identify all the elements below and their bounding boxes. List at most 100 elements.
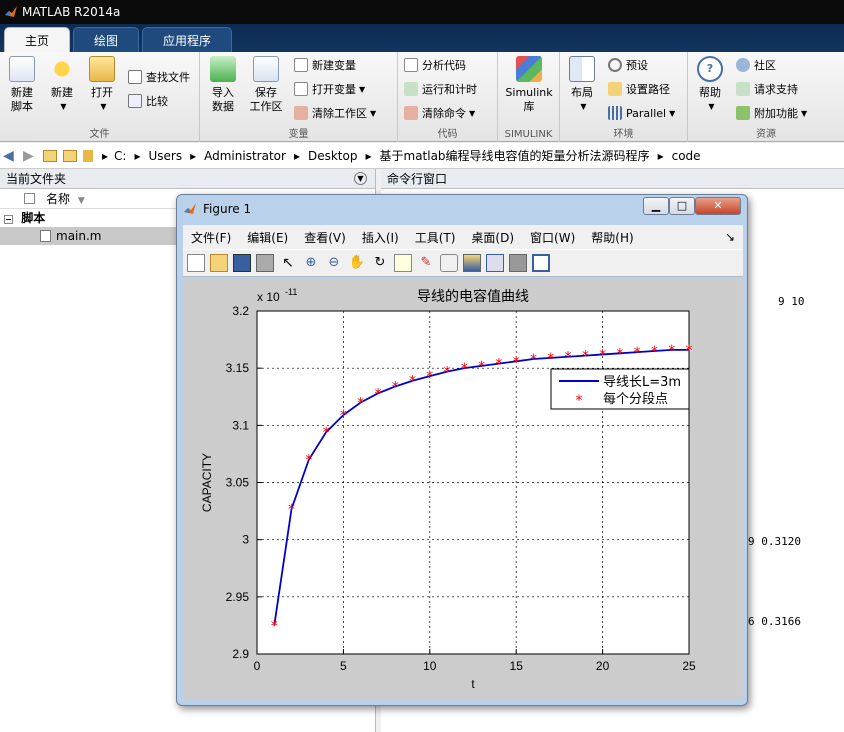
menu-help[interactable]: 帮助(H) (591, 229, 633, 246)
x-tick-label: 5 (340, 659, 347, 673)
group-label-code: 代码 (437, 129, 458, 140)
path-segment[interactable]: Users (148, 149, 182, 163)
save-icon[interactable] (233, 254, 251, 272)
set-path-button[interactable]: 设置路径 (608, 80, 670, 98)
path-separator: ▸ (365, 148, 372, 163)
menu-desktop[interactable]: 桌面(D) (471, 229, 514, 246)
tab-plots[interactable]: 绘图 (73, 27, 140, 52)
eraser-icon (404, 106, 418, 120)
path-segment[interactable]: 基于matlab编程导线电容值的矩量分析法源码程序 (380, 147, 650, 164)
legend-icon[interactable] (486, 254, 504, 272)
back-arrow-icon[interactable]: ◀ (3, 149, 17, 163)
save-workspace-button[interactable]: 保存 工作区 (246, 56, 286, 114)
path-segment[interactable]: code (672, 149, 701, 163)
zoom-in-icon[interactable]: ⊕ (302, 254, 320, 272)
chart-svg[interactable]: 0 5 10 15 20 25 2.9 2.95 3 3.05 3.1 3.15 3.2 x 10 -11 导… (183, 279, 743, 699)
data-cursor-icon[interactable] (394, 254, 412, 272)
new-variable-label: 新建变量 (312, 59, 356, 72)
data-point-marker: * (565, 350, 572, 366)
dock-arrow-icon[interactable]: ↘ (725, 230, 735, 244)
import-data-button[interactable]: 导入 数据 (204, 56, 242, 114)
tab-apps[interactable]: 应用程序 (142, 27, 233, 52)
path-separator: ▸ (134, 148, 141, 163)
y-tick-label: 3.2 (232, 304, 249, 318)
x-tick-label: 15 (510, 659, 524, 673)
colorbar-icon[interactable] (463, 254, 481, 272)
show-plot-tools-icon[interactable] (532, 254, 550, 272)
up-folder-icon[interactable] (43, 149, 57, 162)
zoom-out-icon[interactable]: ⊖ (325, 254, 343, 272)
address-bar[interactable]: ◀ ▶ ▸ C: ▸ Users ▸ Administrator ▸ Deskt… (0, 143, 844, 169)
chart-title: 导线的电容值曲线 (417, 288, 529, 305)
menu-view[interactable]: 查看(V) (304, 229, 346, 246)
parallel-button[interactable]: Parallel ▼ (608, 104, 675, 122)
menu-insert[interactable]: 插入(I) (362, 229, 399, 246)
data-point-marker: * (495, 357, 502, 373)
pointer-icon[interactable]: ↖ (279, 254, 297, 272)
simulink-label-1: Simulink (505, 86, 553, 99)
brush-icon[interactable]: ✎ (417, 254, 435, 272)
panel-menu-icon[interactable]: ▼ (354, 172, 367, 185)
print-icon[interactable] (256, 254, 274, 272)
open-button[interactable]: 打开 ▼ (84, 56, 120, 114)
save-label-1: 保存 (255, 86, 277, 99)
eraser-icon (294, 106, 308, 120)
figure-window[interactable]: Figure 1 ▁ □ ✕ 文件(F) 编辑(E) 查看(V) 插入(I) 工… (176, 194, 748, 706)
run-and-time-button[interactable]: 运行和计时 (404, 80, 477, 98)
browse-folder-icon[interactable] (63, 149, 77, 162)
new-figure-icon[interactable] (187, 254, 205, 272)
import-icon (210, 56, 236, 82)
new-button[interactable]: 新建 ▼ (44, 56, 80, 114)
path-segment[interactable]: Desktop (308, 149, 358, 163)
checkbox-icon (24, 193, 35, 204)
addons-button[interactable]: 附加功能 ▼ (736, 104, 807, 122)
help-button[interactable]: ? 帮助 ▼ (692, 56, 728, 114)
parallel-icon (608, 106, 622, 120)
find-files-button[interactable]: 查找文件 (128, 68, 190, 86)
ribbon-group-file: 新建 脚本 新建 ▼ 打开 ▼ 查找文件 比较 文件 (0, 52, 200, 142)
menu-edit[interactable]: 编辑(E) (247, 229, 288, 246)
data-point-marker: * (686, 343, 693, 359)
menu-file[interactable]: 文件(F) (191, 229, 231, 246)
ribbon-group-environment: 布局 ▼ 预设 设置路径 Parallel ▼ 环境 (560, 52, 688, 142)
pan-hand-icon[interactable]: ✋ (348, 254, 366, 272)
parallel-label: Parallel (626, 106, 667, 120)
compare-button[interactable]: 比较 (128, 92, 168, 110)
rotate-3d-icon[interactable]: ↻ (371, 254, 389, 272)
link-plot-icon[interactable] (440, 254, 458, 272)
analyze-code-button[interactable]: 分析代码 (404, 56, 466, 74)
hide-plot-tools-icon[interactable] (509, 254, 527, 272)
path-segment[interactable]: Administrator (204, 149, 286, 163)
data-point-marker: * (651, 344, 658, 360)
new-label: 新建 (51, 86, 73, 99)
legend-entry: 导线长L=3m (603, 375, 681, 390)
maximize-button[interactable]: □ (669, 197, 695, 215)
close-button[interactable]: ✕ (695, 197, 741, 215)
community-button[interactable]: 社区 (736, 56, 776, 74)
y-tick-label: 2.95 (226, 590, 250, 604)
group-label-environment: 环境 (613, 129, 634, 140)
clear-workspace-button[interactable]: 清除工作区 ▼ (294, 104, 376, 122)
help-label: 帮助 (699, 86, 721, 99)
request-support-button[interactable]: 请求支持 (736, 80, 798, 98)
menu-tools[interactable]: 工具(T) (415, 229, 456, 246)
collapse-icon[interactable]: − (4, 215, 13, 224)
open-variable-button[interactable]: 打开变量 ▼ (294, 80, 365, 98)
tab-home[interactable]: 主页 (4, 27, 71, 52)
new-script-button[interactable]: 新建 脚本 (4, 56, 40, 114)
open-label: 打开 (91, 86, 113, 99)
new-variable-button[interactable]: 新建变量 (294, 56, 356, 74)
menu-window[interactable]: 窗口(W) (530, 229, 575, 246)
x-tick-label: 10 (423, 659, 437, 673)
simulink-library-button[interactable]: Simulink 库 (502, 56, 556, 114)
forward-arrow-icon[interactable]: ▶ (23, 149, 37, 163)
clear-commands-button[interactable]: 清除命令 ▼ (404, 104, 475, 122)
new-script-label-1: 新建 (11, 86, 33, 99)
path-segment[interactable]: C: (114, 149, 126, 163)
y-tick-label: 3.1 (232, 418, 249, 432)
layout-button[interactable]: 布局 ▼ (564, 56, 600, 114)
open-file-icon[interactable] (210, 254, 228, 272)
x-tick-label: 20 (596, 659, 610, 673)
preferences-button[interactable]: 预设 (608, 56, 648, 74)
minimize-button[interactable]: ▁ (643, 197, 669, 215)
